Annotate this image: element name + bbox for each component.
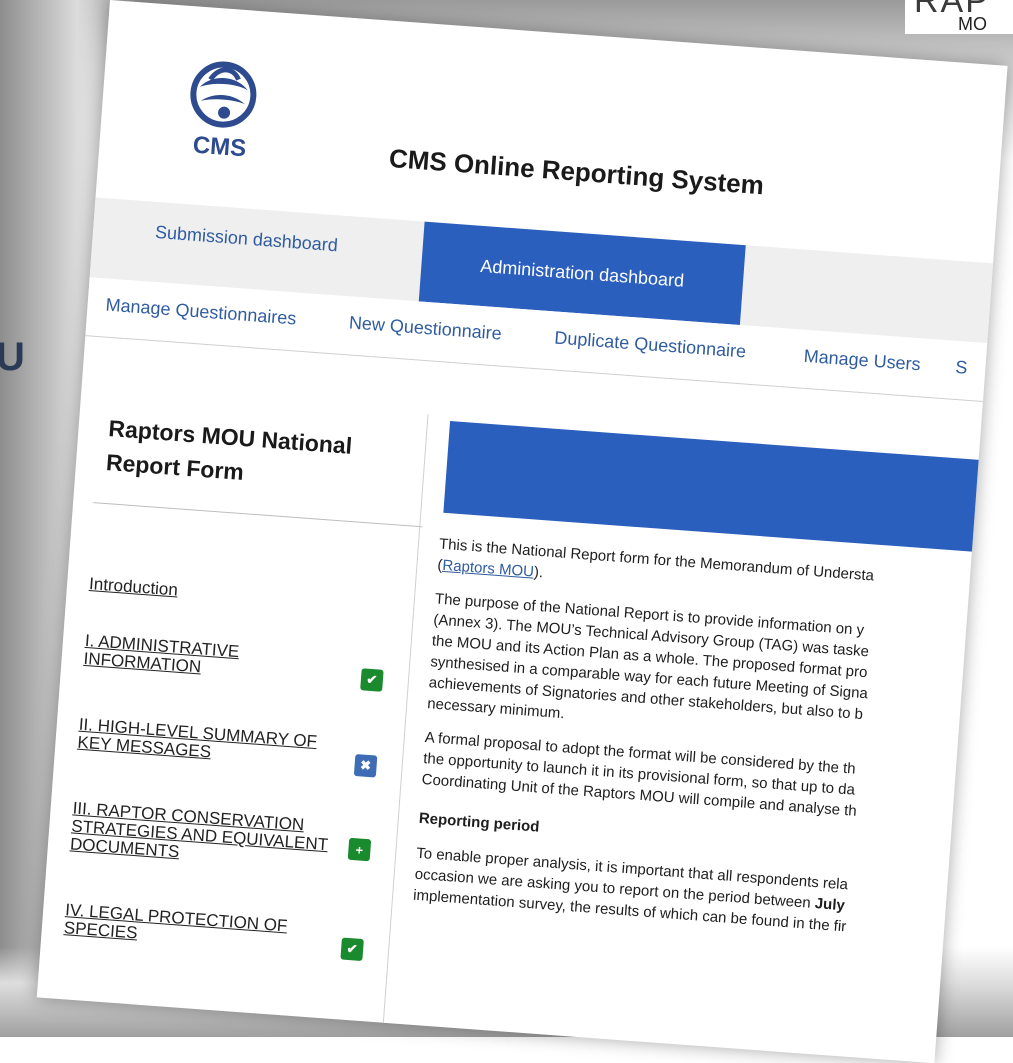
status-complete-icon: ✔ <box>360 668 384 692</box>
reporting-period-start: July <box>814 895 846 915</box>
subnav-new-questionnaire[interactable]: New Questionnaire <box>348 312 502 344</box>
subnav-manage-questionnaires[interactable]: Manage Questionnaires <box>105 295 297 330</box>
subnav-manage-users[interactable]: Manage Users <box>803 346 921 376</box>
tab-administration-dashboard-label: Administration dashboard <box>479 255 685 291</box>
introduction-content: This is the National Report form for the… <box>412 534 979 959</box>
background-text-top-small: MO <box>958 14 987 34</box>
cms-emblem-icon: CMS <box>190 61 257 162</box>
subnav-duplicate-questionnaire[interactable]: Duplicate Questionnaire <box>554 327 747 362</box>
sidebar-divider <box>93 502 423 528</box>
raptors-mou-link[interactable]: Raptors MOU <box>442 557 535 581</box>
sidebar-item-legal-protection[interactable]: IV. LEGAL PROTECTION OF SPECIES <box>63 900 315 955</box>
column-divider <box>382 414 429 1023</box>
status-add-icon: + <box>347 837 372 862</box>
screenshot-page: CMS CMS Online Reporting System Submissi… <box>36 0 1008 1063</box>
cms-logo[interactable]: CMS <box>179 50 267 166</box>
sidebar-item-raptor-conservation-strategies[interactable]: III. RAPTOR CONSERVATION STRATEGIES AND … <box>69 798 337 872</box>
logo-text: CMS <box>192 131 247 162</box>
purpose-paragraph: The purpose of the National Report is to… <box>427 588 975 753</box>
sidebar-item-introduction[interactable]: Introduction <box>89 574 290 608</box>
form-title: Raptors MOU National Report Form <box>105 415 354 486</box>
sidebar-item-administrative-information[interactable]: I. ADMINISTRATIVE INFORMATION <box>83 631 315 685</box>
status-incomplete-icon: ✖ <box>353 754 378 778</box>
section-banner <box>443 421 989 553</box>
background-text-left: U <box>0 335 25 379</box>
site-title: CMS Online Reporting System <box>388 142 765 201</box>
status-complete-icon: ✔ <box>340 937 364 962</box>
subnav-more[interactable]: S <box>955 357 968 379</box>
sidebar-item-high-level-summary[interactable]: II. HIGH-LEVEL SUMMARY OF KEY MESSAGES <box>77 715 329 770</box>
